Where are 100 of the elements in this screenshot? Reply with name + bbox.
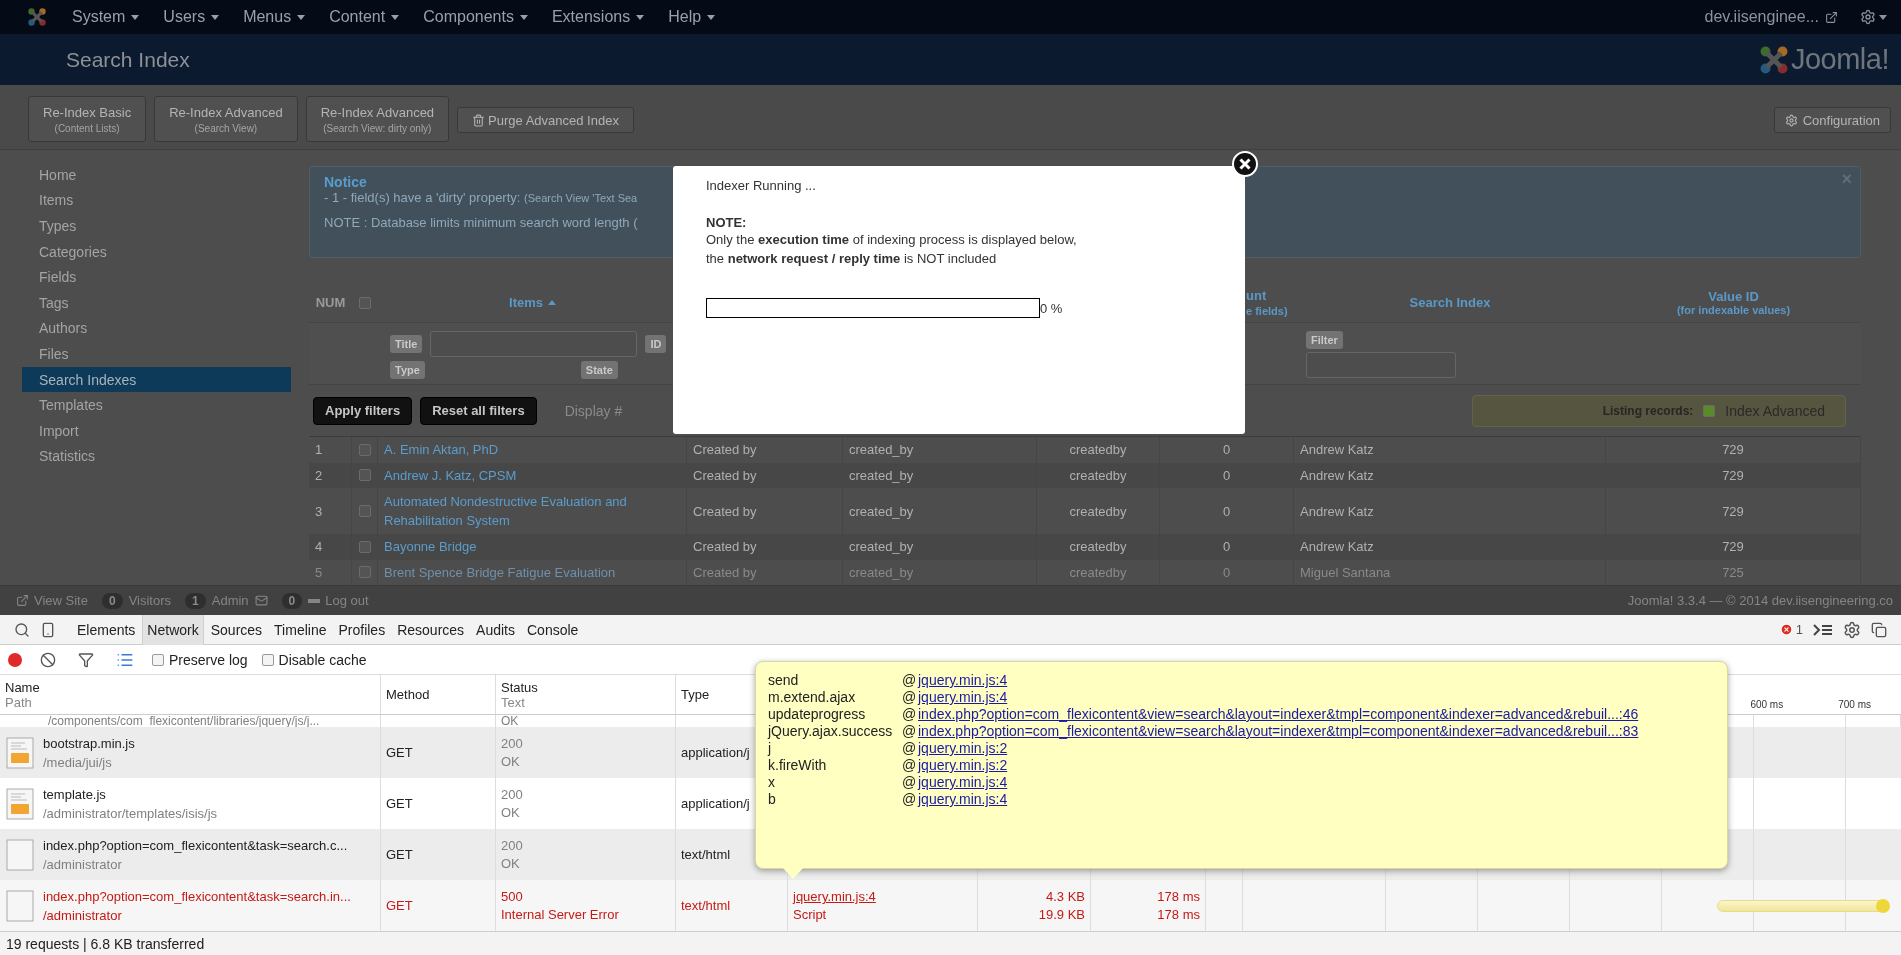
reindex-button[interactable]: Re-Index Advanced (Search View: dirty only) bbox=[305, 96, 450, 142]
row-checkbox[interactable] bbox=[358, 505, 371, 517]
table-cell: GET bbox=[386, 847, 413, 862]
reset-filters-button[interactable]: Reset all filters bbox=[420, 396, 537, 425]
table-cell: GET bbox=[386, 745, 413, 760]
title-filter-field[interactable] bbox=[430, 331, 638, 357]
visitors-label: Visitors bbox=[128, 593, 172, 608]
menu-item[interactable]: Extensions bbox=[539, 8, 657, 26]
gear-icon bbox=[1784, 113, 1798, 127]
caret-icon bbox=[1879, 14, 1887, 20]
filter-label: Type bbox=[390, 361, 425, 379]
purge-button[interactable]: Purge Advanced Index bbox=[457, 107, 634, 133]
sidebar-item[interactable]: Search Indexes bbox=[22, 366, 291, 393]
table-cell: application/j bbox=[681, 796, 750, 811]
at-sign: @ bbox=[902, 774, 917, 791]
devtools-tab[interactable]: Network bbox=[142, 614, 204, 645]
table-cell: GET bbox=[386, 796, 413, 811]
source-link[interactable]: jquery.min.js:4 bbox=[918, 689, 1715, 706]
table-cell: text/html bbox=[681, 898, 731, 913]
table-cell: 729 bbox=[1606, 437, 1861, 463]
site-link[interactable]: dev.iisenginee... bbox=[1704, 8, 1819, 26]
source-link[interactable]: jquery.min.js:4 bbox=[918, 672, 1715, 689]
source-link[interactable]: index.php?option=com_flexicontent&view=search&layout=indexer&tmpl=component&indexer=advanced&rebuil...:46 bbox=[918, 706, 1715, 723]
devtools-tab[interactable]: Sources bbox=[205, 614, 268, 645]
menu-item[interactable]: Menus bbox=[231, 8, 318, 26]
reindex-button[interactable]: Re-Index Advanced (Search View) bbox=[154, 96, 298, 142]
row-checkbox[interactable] bbox=[358, 443, 371, 456]
column-header[interactable]: Name bbox=[5, 679, 375, 695]
devtools-tab[interactable]: Timeline bbox=[269, 614, 332, 645]
select-all-checkbox[interactable] bbox=[359, 296, 371, 309]
record-button[interactable] bbox=[8, 652, 22, 667]
function-name: j bbox=[768, 740, 773, 757]
devtools-tab[interactable]: Profiles bbox=[333, 614, 391, 645]
column-header[interactable]: Method bbox=[386, 687, 490, 702]
error-icon bbox=[1779, 623, 1793, 636]
table-cell: 4.3 KB bbox=[1045, 889, 1085, 904]
devtools-tab[interactable]: Audits bbox=[471, 614, 520, 645]
request-name[interactable]: index.php?option=com_flexicontent&task=search.in... bbox=[43, 888, 351, 904]
request-name[interactable]: template.js bbox=[43, 786, 218, 802]
initiator-link[interactable]: jquery.min.js:4 bbox=[793, 889, 876, 904]
source-link[interactable]: jquery.min.js:2 bbox=[918, 740, 1715, 757]
at-sign: @ bbox=[902, 740, 917, 757]
sort-up-icon bbox=[548, 300, 556, 305]
joomla-logo-icon bbox=[26, 6, 48, 28]
count-badge: 0 bbox=[281, 592, 303, 609]
index-checkbox[interactable] bbox=[1703, 404, 1716, 417]
menu-item[interactable]: Users bbox=[151, 8, 232, 26]
devtools-tab[interactable]: Console bbox=[522, 614, 584, 645]
table-cell: Andrew Katz bbox=[1294, 437, 1606, 463]
function-name: updateprogress bbox=[768, 706, 867, 723]
minus-icon bbox=[308, 598, 321, 603]
caret-icon bbox=[211, 14, 220, 20]
request-name[interactable]: bootstrap.min.js bbox=[43, 735, 135, 751]
devtools-tab[interactable]: Resources bbox=[392, 614, 470, 645]
errors-button[interactable]: 1 bbox=[1775, 622, 1807, 637]
notice-text: NOTE : Database limits minimum search word length ( bbox=[324, 215, 638, 230]
note-text: the network request / reply time is NOT included bbox=[706, 250, 998, 268]
source-link[interactable]: jquery.min.js:4 bbox=[918, 774, 1715, 791]
at-sign: @ bbox=[902, 689, 917, 706]
request-path: /administrator bbox=[43, 856, 123, 872]
external-link-icon bbox=[16, 594, 29, 607]
row-checkbox[interactable] bbox=[358, 540, 371, 553]
logo-text: Joomla! bbox=[1790, 43, 1889, 76]
table-cell: Andrew Katz bbox=[1294, 534, 1606, 560]
status-code: 500 bbox=[501, 889, 523, 904]
count-badge: 0 bbox=[101, 592, 123, 609]
option-checkbox[interactable]: Disable cache bbox=[261, 651, 367, 668]
row-checkbox[interactable] bbox=[358, 566, 371, 579]
status-text: Internal Server Error bbox=[501, 907, 619, 922]
request-name[interactable]: index.php?option=com_flexicontent&task=search.c... bbox=[43, 837, 348, 853]
devtools-tab[interactable]: Elements bbox=[72, 614, 141, 645]
option-checkbox[interactable]: Preserve log bbox=[152, 651, 248, 668]
reindex-button[interactable]: Re-Index Basic (Content Lists) bbox=[28, 96, 147, 142]
column-header[interactable]: Status bbox=[501, 679, 670, 695]
caret-icon bbox=[297, 14, 306, 20]
status-code: 200 bbox=[501, 838, 523, 853]
function-name: k.fireWith bbox=[768, 757, 828, 774]
function-name: x bbox=[768, 774, 776, 791]
table-cell: 0 bbox=[1160, 534, 1294, 560]
menu-item[interactable]: System bbox=[60, 8, 152, 26]
table-cell: 1 bbox=[309, 437, 352, 463]
filter-label: Title bbox=[390, 335, 423, 353]
table-cell: 4 bbox=[309, 534, 352, 560]
at-sign: @ bbox=[902, 757, 917, 774]
source-link[interactable]: jquery.min.js:4 bbox=[918, 791, 1715, 808]
menu-item[interactable]: Help bbox=[656, 8, 728, 26]
timeline-tick: 600 ms bbox=[1750, 699, 1784, 710]
configuration-button[interactable]: Configuration bbox=[1773, 107, 1891, 133]
count-badge: 1 bbox=[185, 592, 206, 609]
page-title: Search Index bbox=[66, 47, 190, 72]
row-checkbox[interactable] bbox=[358, 469, 371, 482]
notice-text: - 1 - field(s) have a 'dirty' property: (Search View 'Text Sea bbox=[324, 190, 638, 205]
apply-filters-button[interactable]: Apply filters bbox=[313, 396, 413, 425]
menu-item[interactable]: Components bbox=[411, 8, 540, 26]
status-text: OK bbox=[501, 715, 519, 727]
source-link[interactable]: index.php?option=com_flexicontent&view=search&layout=indexer&tmpl=component&indexer=advanced&rebuil...:83 bbox=[918, 723, 1715, 740]
source-link[interactable]: jquery.min.js:2 bbox=[918, 757, 1715, 774]
status-code: 200 bbox=[501, 736, 523, 751]
search-index-filter-field[interactable] bbox=[1306, 352, 1456, 378]
menu-item[interactable]: Content bbox=[317, 8, 412, 26]
